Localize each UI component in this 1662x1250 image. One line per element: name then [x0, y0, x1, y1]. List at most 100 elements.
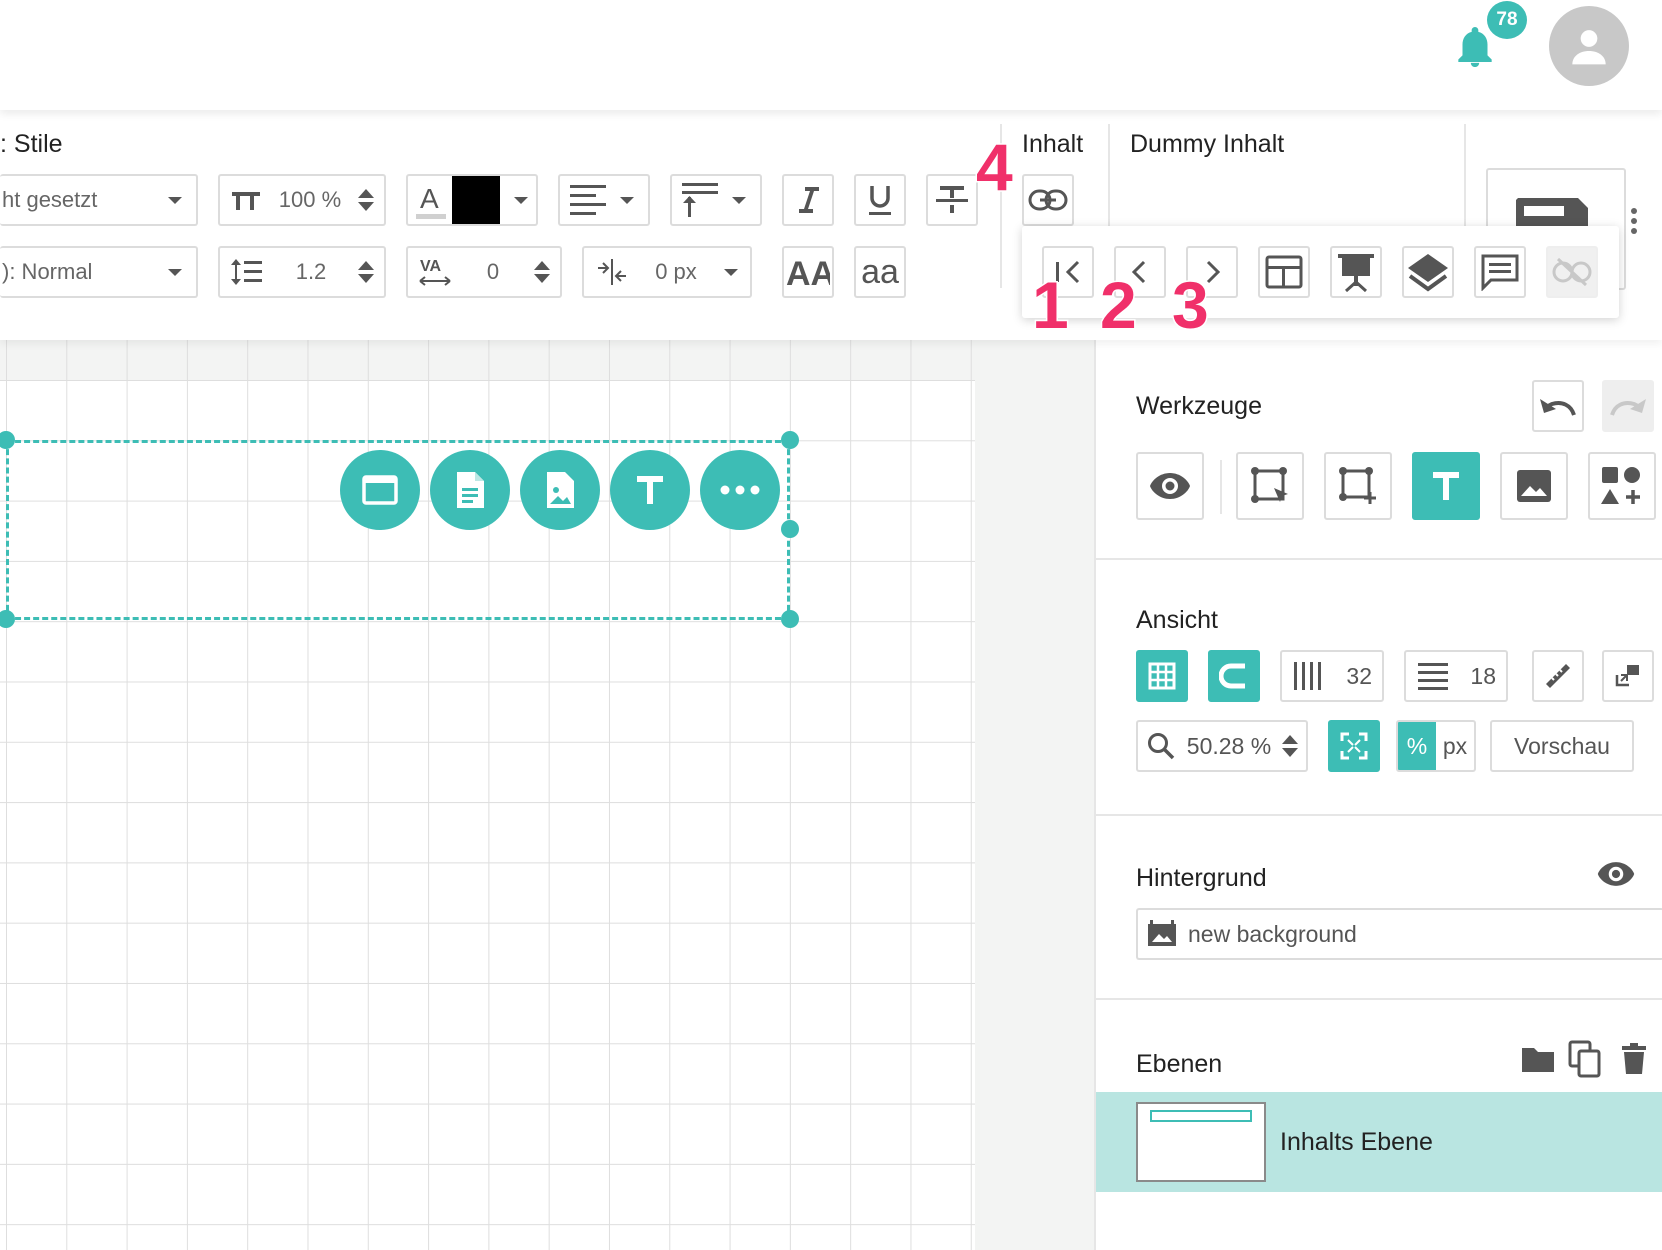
- text-icon: [637, 476, 663, 504]
- compress-horizontal-icon: [598, 259, 626, 285]
- zoom-stepper[interactable]: 50.28 %: [1136, 720, 1308, 772]
- top-bar: 78: [0, 0, 1662, 110]
- more-options-button[interactable]: [700, 450, 780, 530]
- shapes-tool-button[interactable]: [1588, 452, 1656, 520]
- text-indent-select[interactable]: 0 px: [582, 246, 752, 298]
- insert-image-button[interactable]: [520, 450, 600, 530]
- section-divider: [1096, 814, 1662, 816]
- layer-name: Inhalts Ebene: [1280, 1128, 1433, 1156]
- insert-text-button[interactable]: [610, 450, 690, 530]
- insert-frame-button[interactable]: [340, 450, 420, 530]
- rows-setting[interactable]: 18: [1404, 650, 1508, 702]
- font-size-stepper[interactable]: 100 %: [218, 174, 386, 226]
- stepper-arrows-icon[interactable]: [1282, 735, 1298, 757]
- line-height-stepper[interactable]: 1.2: [218, 246, 386, 298]
- background-title: Hintergrund: [1136, 864, 1267, 892]
- duplicate-icon[interactable]: [1568, 1040, 1602, 1083]
- stepper-arrows-icon[interactable]: [534, 261, 550, 283]
- columns-setting[interactable]: 32: [1280, 650, 1384, 702]
- text-align-select[interactable]: [558, 174, 650, 226]
- preview-tool-button[interactable]: [1136, 452, 1204, 520]
- unit-percent-option[interactable]: %: [1398, 722, 1436, 770]
- user-icon: [1572, 30, 1606, 65]
- ruler-button[interactable]: [1532, 650, 1584, 702]
- letter-spacing-stepper[interactable]: VA 0: [406, 246, 562, 298]
- styles-title: : Stile: [0, 130, 63, 158]
- lowercase-button[interactable]: aa: [854, 246, 906, 298]
- text-color-picker[interactable]: A: [406, 174, 538, 226]
- strikethrough-button[interactable]: [926, 174, 978, 226]
- canvas-top-margin: [0, 340, 975, 380]
- search-icon: [1148, 733, 1175, 760]
- redo-button[interactable]: [1602, 380, 1654, 432]
- layers-button[interactable]: [1402, 246, 1454, 298]
- undo-button[interactable]: [1532, 380, 1584, 432]
- resize-handle-top-right[interactable]: [781, 431, 799, 449]
- font-size-icon: [232, 192, 260, 210]
- snap-toggle-button[interactable]: [1208, 650, 1260, 702]
- more-vertical-icon[interactable]: [1628, 206, 1640, 240]
- insert-document-button[interactable]: [430, 450, 510, 530]
- canvas-area[interactable]: [0, 340, 1094, 1250]
- image-file-icon: [547, 472, 574, 508]
- select-tool-button[interactable]: [1236, 452, 1304, 520]
- layers-icon: [1408, 254, 1448, 292]
- stepper-arrows-icon[interactable]: [358, 261, 374, 283]
- shapes-add-icon: [1601, 467, 1640, 504]
- paragraph-style-select[interactable]: ): Normal: [0, 246, 198, 298]
- marker-1: 1: [1031, 268, 1071, 342]
- resize-handle-right[interactable]: [781, 520, 799, 538]
- section-divider: [1096, 998, 1662, 1000]
- unit-px-option[interactable]: px: [1436, 733, 1474, 760]
- chevron-down-icon: [724, 268, 738, 276]
- image-tool-button[interactable]: [1500, 452, 1568, 520]
- stepper-arrows-icon[interactable]: [357, 189, 374, 211]
- add-area-tool-button[interactable]: [1324, 452, 1392, 520]
- redo-icon: [1610, 399, 1646, 416]
- layers-title: Ebenen: [1136, 1050, 1223, 1078]
- vertical-align-select[interactable]: [670, 174, 762, 226]
- link-content-button[interactable]: [1022, 174, 1074, 226]
- chevron-down-icon: [732, 196, 746, 204]
- uppercase-button[interactable]: AA: [782, 246, 834, 298]
- text-tool-button[interactable]: [1412, 452, 1480, 520]
- rows-value: 18: [1470, 662, 1496, 689]
- presentation-button[interactable]: [1330, 246, 1382, 298]
- content-title: Inhalt: [1022, 130, 1084, 158]
- layer-item[interactable]: Inhalts Ebene: [1096, 1092, 1662, 1192]
- fit-to-screen-button[interactable]: [1328, 720, 1380, 772]
- chevron-down-icon: [168, 268, 182, 276]
- resize-handle-bottom-right[interactable]: [781, 610, 799, 628]
- layout-button[interactable]: [1258, 246, 1310, 298]
- folder-icon[interactable]: [1520, 1044, 1556, 1079]
- italic-button[interactable]: [782, 174, 834, 226]
- notification-badge: 78: [1487, 1, 1527, 39]
- unlink-button[interactable]: [1546, 246, 1598, 298]
- window-icon: [362, 475, 398, 505]
- trash-icon[interactable]: [1620, 1042, 1648, 1081]
- tools-title: Werkzeuge: [1136, 392, 1262, 420]
- text-indent-value: 0 px: [655, 259, 697, 284]
- user-avatar[interactable]: [1549, 6, 1629, 86]
- grid-toggle-button[interactable]: [1136, 650, 1188, 702]
- preview-button[interactable]: Vorschau: [1490, 720, 1634, 772]
- presentation-icon: [1338, 254, 1374, 292]
- comment-icon: [1481, 254, 1519, 291]
- line-height-value: 1.2: [295, 259, 327, 284]
- text-color-swatch: [452, 176, 500, 224]
- underline-icon: [869, 186, 891, 215]
- tools-divider: [1220, 460, 1222, 514]
- comment-button[interactable]: [1474, 246, 1526, 298]
- underline-button[interactable]: [854, 174, 906, 226]
- svg-text:A: A: [420, 183, 439, 214]
- unit-toggle[interactable]: % px: [1396, 720, 1476, 772]
- ruler-icon: [1546, 664, 1570, 688]
- background-visibility-icon[interactable]: [1596, 860, 1636, 893]
- document-icon: [457, 472, 484, 508]
- font-family-select[interactable]: ht gesetzt: [0, 174, 198, 226]
- screen-overlay-button[interactable]: [1602, 650, 1654, 702]
- uppercase-icon: AA: [786, 255, 830, 289]
- marker-2: 2: [1099, 268, 1139, 342]
- background-select[interactable]: new background: [1136, 908, 1662, 960]
- notification-bell-icon[interactable]: [1455, 25, 1495, 69]
